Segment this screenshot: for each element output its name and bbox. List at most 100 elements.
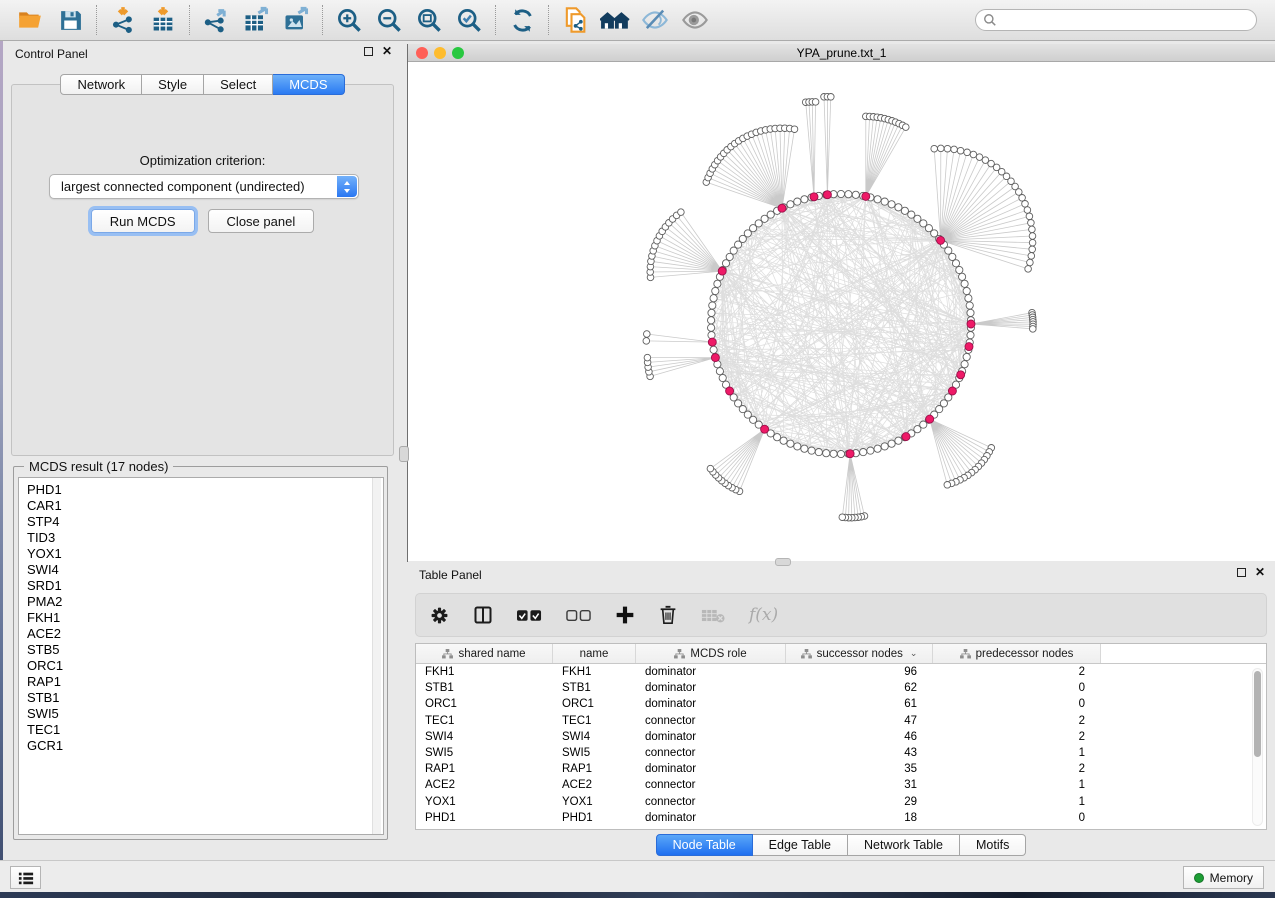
table-row[interactable]: TEC1TEC1connector472 [416, 713, 1266, 729]
export-network-icon[interactable] [196, 3, 236, 37]
mcds-result-list[interactable]: PHD1CAR1STP4TID3YOX1SWI4SRD1PMA2FKH1ACE2… [18, 477, 384, 835]
network-node[interactable] [895, 437, 902, 444]
network-node[interactable] [1026, 213, 1033, 220]
mcds-dominator-node[interactable] [862, 192, 870, 200]
network-node[interactable] [1029, 246, 1036, 253]
mcds-result-item[interactable]: SWI4 [27, 562, 383, 578]
network-node[interactable] [801, 196, 808, 203]
network-node[interactable] [963, 353, 970, 360]
column-header-name[interactable]: name [553, 644, 636, 663]
network-node[interactable] [812, 99, 819, 106]
horizontal-splitter-grip[interactable] [775, 558, 791, 566]
mcds-dominator-node[interactable] [810, 193, 818, 201]
select-all-icon[interactable] [517, 609, 542, 622]
network-node[interactable] [767, 211, 774, 218]
delete-icon[interactable] [659, 605, 677, 625]
copy-network-icon[interactable] [555, 3, 595, 37]
network-node[interactable] [956, 266, 963, 273]
network-node[interactable] [964, 149, 971, 156]
network-node[interactable] [714, 280, 721, 287]
network-node[interactable] [1025, 266, 1032, 273]
network-node[interactable] [951, 146, 958, 153]
hide-selected-icon[interactable] [635, 3, 675, 37]
network-node[interactable] [895, 204, 902, 211]
network-node[interactable] [1029, 226, 1036, 233]
network-node[interactable] [952, 260, 959, 267]
network-node[interactable] [967, 309, 974, 316]
mcds-dominator-node[interactable] [926, 415, 934, 423]
mcds-app-icon[interactable] [595, 3, 635, 37]
network-node[interactable] [823, 450, 830, 457]
show-panels-button[interactable] [10, 866, 41, 889]
column-header-MCDS-role[interactable]: MCDS role [636, 644, 786, 663]
network-node[interactable] [794, 443, 801, 450]
mcds-result-item[interactable]: STB1 [27, 690, 383, 706]
network-node[interactable] [852, 191, 859, 198]
network-node[interactable] [888, 440, 895, 447]
export-image-icon[interactable] [276, 3, 316, 37]
network-node[interactable] [830, 450, 837, 457]
table-scrollbar[interactable] [1252, 668, 1263, 826]
tab-network-table[interactable]: Network Table [848, 834, 960, 856]
network-node[interactable] [709, 302, 716, 309]
network-node[interactable] [708, 309, 715, 316]
mcds-dominator-node[interactable] [948, 387, 956, 395]
table-row[interactable]: SWI5SWI5connector431 [416, 745, 1266, 761]
zoom-selected-icon[interactable] [449, 3, 489, 37]
mcds-dominator-node[interactable] [761, 425, 769, 433]
import-table-icon[interactable] [143, 3, 183, 37]
network-node[interactable] [828, 94, 835, 101]
network-node[interactable] [944, 145, 951, 152]
mcds-result-item[interactable]: ORC1 [27, 658, 383, 674]
add-column-icon[interactable] [615, 605, 635, 625]
network-node[interactable] [794, 198, 801, 205]
tab-select[interactable]: Select [204, 74, 273, 95]
search-input[interactable] [975, 9, 1257, 31]
network-node[interactable] [845, 191, 852, 198]
table-row[interactable]: ORC1ORC1dominator610 [416, 696, 1266, 712]
network-node[interactable] [708, 324, 715, 331]
column-header-successor-nodes[interactable]: successor nodes⌄ [786, 644, 933, 663]
network-node[interactable] [716, 368, 723, 375]
mcds-result-item[interactable]: TID3 [27, 530, 383, 546]
network-node[interactable] [707, 465, 714, 472]
save-session-icon[interactable] [50, 3, 90, 37]
mcds-dominator-node[interactable] [726, 387, 734, 395]
network-node[interactable] [787, 440, 794, 447]
network-node[interactable] [708, 332, 715, 339]
network-node[interactable] [881, 443, 888, 450]
mcds-result-item[interactable]: RAP1 [27, 674, 383, 690]
network-node[interactable] [1028, 220, 1035, 227]
network-node[interactable] [644, 331, 651, 338]
network-node[interactable] [839, 514, 846, 521]
network-node[interactable] [938, 145, 945, 152]
network-node[interactable] [957, 147, 964, 154]
close-panel-icon[interactable]: ✕ [382, 47, 392, 56]
network-node[interactable] [837, 450, 844, 457]
network-node[interactable] [888, 201, 895, 208]
column-header-predecessor-nodes[interactable]: predecessor nodes [933, 644, 1101, 663]
network-node[interactable] [1028, 253, 1035, 260]
mcds-result-item[interactable]: YOX1 [27, 546, 383, 562]
mcds-dominator-node[interactable] [957, 371, 965, 379]
tab-network[interactable]: Network [60, 74, 142, 95]
tab-node-table[interactable]: Node Table [656, 834, 753, 856]
open-file-icon[interactable] [10, 3, 50, 37]
network-node[interactable] [945, 247, 952, 254]
mcds-result-item[interactable]: PMA2 [27, 594, 383, 610]
mcds-dominator-node[interactable] [937, 236, 945, 244]
network-canvas[interactable] [408, 62, 1275, 561]
column-header-shared-name[interactable]: shared name [416, 644, 553, 663]
mcds-dominator-node[interactable] [778, 204, 786, 212]
network-node[interactable] [801, 445, 808, 452]
export-table-icon[interactable] [236, 3, 276, 37]
network-node[interactable] [901, 207, 908, 214]
zoom-in-icon[interactable] [329, 3, 369, 37]
table-row[interactable]: STB1STB1dominator620 [416, 680, 1266, 696]
network-node[interactable] [815, 449, 822, 456]
mcds-dominator-node[interactable] [846, 450, 854, 458]
close-panel-button[interactable]: Close panel [208, 209, 315, 233]
network-node[interactable] [1024, 207, 1031, 214]
table-row[interactable]: RAP1RAP1dominator352 [416, 761, 1266, 777]
mcds-list-scrollbar[interactable] [372, 478, 381, 834]
